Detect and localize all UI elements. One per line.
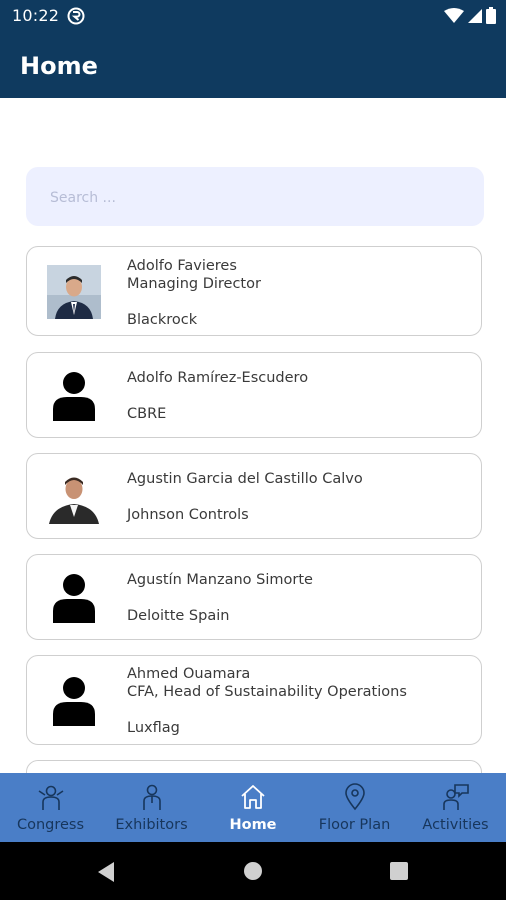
nav-label: Home xyxy=(229,817,277,833)
search-box[interactable] xyxy=(26,167,484,228)
recents-icon[interactable] xyxy=(390,862,408,880)
battery-icon xyxy=(486,7,496,24)
contact-company: Johnson Controls xyxy=(127,507,249,523)
nav-activities[interactable]: Activities xyxy=(405,773,506,842)
nav-floor-plan[interactable]: Floor Plan xyxy=(304,773,405,842)
home-icon xyxy=(241,785,265,809)
contact-company: Luxflag xyxy=(127,720,180,736)
system-nav-bar xyxy=(0,842,506,900)
contact-company: Blackrock xyxy=(127,312,198,328)
contact-card[interactable]: Ahmed Ouamara CFA, Head of Sustainabilit… xyxy=(26,655,482,745)
home-circle-icon[interactable] xyxy=(243,861,263,881)
person-icon xyxy=(53,372,95,421)
status-time: 10:22 xyxy=(12,6,60,25)
page-title: Home xyxy=(20,52,98,80)
avatar-photo xyxy=(47,265,101,319)
contact-company: CBRE xyxy=(127,406,167,422)
nav-home[interactable]: Home xyxy=(202,773,304,842)
congress-icon xyxy=(38,785,63,810)
avatar-photo xyxy=(47,470,101,524)
app-bar: Home xyxy=(0,32,506,98)
contact-role: CFA, Head of Sustainability Operations xyxy=(127,684,407,700)
contact-name: Ahmed Ouamara xyxy=(127,666,251,682)
nav-exhibitors[interactable]: Exhibitors xyxy=(101,773,202,842)
wifi-icon xyxy=(444,7,464,23)
chat-person-icon xyxy=(442,784,469,810)
contact-card[interactable]: Adolfo Favieres Managing Director Blackr… xyxy=(26,246,482,336)
contact-name: Adolfo Favieres xyxy=(127,258,237,274)
contact-card[interactable]: Adolfo Ramírez-Escudero CBRE xyxy=(26,352,482,438)
contact-name: Adolfo Ramírez-Escudero xyxy=(127,370,309,386)
person-icon xyxy=(53,677,95,726)
status-icons xyxy=(444,7,496,24)
nav-label: Activities xyxy=(422,817,489,833)
contact-name: Agustín Manzano Simorte xyxy=(127,572,313,588)
search-input[interactable] xyxy=(48,167,452,228)
contact-name: Agustin Garcia del Castillo Calvo xyxy=(127,471,363,487)
back-icon[interactable] xyxy=(96,861,116,883)
exhibitors-icon xyxy=(142,784,161,810)
contact-card[interactable]: Agustín Manzano Simorte Deloitte Spain xyxy=(26,554,482,640)
nav-label: Exhibitors xyxy=(115,817,188,833)
nav-congress[interactable]: Congress xyxy=(0,773,101,842)
nav-label: Congress xyxy=(16,817,85,833)
status-bar: 10:22 xyxy=(0,0,506,32)
signal-icon xyxy=(468,8,482,23)
location-pin-icon xyxy=(344,783,365,811)
app-notification-icon xyxy=(67,7,85,25)
contact-card[interactable]: Agustin Garcia del Castillo Calvo Johnso… xyxy=(26,453,482,539)
bottom-nav: Congress Exhibitors Home Floor Plan Acti… xyxy=(0,773,506,842)
contact-role: Managing Director xyxy=(127,276,261,292)
nav-label: Floor Plan xyxy=(318,817,391,833)
person-icon xyxy=(53,574,95,623)
contact-company: Deloitte Spain xyxy=(127,608,230,624)
